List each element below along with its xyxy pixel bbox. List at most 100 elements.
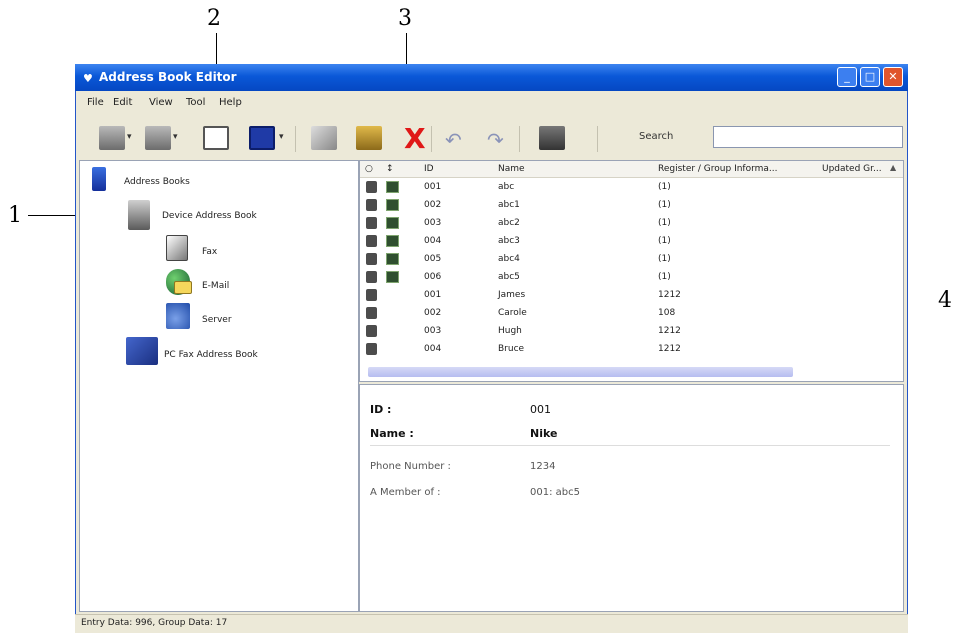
address-book-tree: Address Books Device Address Book Fax E-… [79,160,359,612]
new-user-dropdown-icon[interactable]: ▾ [127,132,132,142]
row-name: Carole [498,308,527,318]
search-input[interactable] [713,126,903,148]
row-name: abc1 [498,200,520,210]
new-group-icon[interactable] [145,126,171,150]
speed-dial-icon [386,235,399,247]
speed-dial-icon [386,253,399,265]
table-row[interactable]: 003 Hugh 1212 [360,323,890,340]
menu-edit[interactable]: Edit [113,97,132,108]
save-dropdown-icon[interactable]: ▾ [279,132,284,142]
column-id[interactable]: ID [424,164,434,174]
table-row[interactable]: 001 James 1212 [360,287,890,304]
table-row[interactable]: 002 Carole 108 [360,305,890,322]
row-info: (1) [658,200,671,210]
callout-1: 1 [8,203,22,228]
tree-item-email[interactable]: E-Mail [202,281,229,291]
row-id: 005 [424,254,442,264]
column-register[interactable]: Register / Group Informa... [658,164,778,174]
row-info: (1) [658,236,671,246]
paste-icon[interactable] [356,126,382,150]
tree-item-device-address-book[interactable]: Device Address Book [162,211,257,221]
table-row[interactable]: 004 abc3 (1) [360,233,890,250]
speed-dial-icon [386,217,399,229]
address-card-icon[interactable] [203,126,229,150]
menu-tool[interactable]: Tool [186,97,205,108]
app-icon: ♥ [83,72,93,85]
tree-item-pc-fax-address-book[interactable]: PC Fax Address Book [164,350,258,360]
row-id: 001 [424,290,442,300]
detail-panel: ID : 001 Name : Nike Phone Number : 1234… [359,384,904,612]
row-info: 1212 [658,290,681,300]
device-icon [128,200,150,230]
new-user-icon[interactable] [99,126,125,150]
maximize-button[interactable]: □ [860,67,880,87]
row-id: 004 [424,344,442,354]
person-icon [366,235,377,247]
tree-item-address-books[interactable]: Address Books [124,177,190,187]
detail-name-label: Name : [370,427,414,440]
status-bar: Entry Data: 996, Group Data: 17 [75,614,908,633]
callout-4: 4 [938,288,952,313]
detail-member-label: A Member of : [370,487,441,498]
person-icon [366,343,377,355]
address-book-icon[interactable] [539,126,565,150]
undo-icon[interactable]: ↶ [445,128,462,152]
toolbar-separator [519,126,520,152]
row-id: 001 [424,182,442,192]
detail-phone-value: 1234 [530,461,556,472]
status-text: Entry Data: 996, Group Data: 17 [81,618,228,628]
table-row[interactable]: 002 abc1 (1) [360,197,890,214]
menu-file[interactable]: File [87,97,104,108]
detail-id-label: ID : [370,403,392,416]
column-sort-icon[interactable]: ↕ [386,164,394,174]
row-info: (1) [658,218,671,228]
row-info: 108 [658,308,676,318]
tree-item-server[interactable]: Server [202,315,232,325]
row-info: (1) [658,272,671,282]
person-icon [366,217,377,229]
app-window: ♥ Address Book Editor _ □ ✕ File Edit Vi… [75,64,908,633]
copy-icon[interactable] [311,126,337,150]
menu-help[interactable]: Help [219,97,242,108]
row-id: 006 [424,272,442,282]
entry-list: ○ ↕ ID Name Register / Group Informa... … [359,160,904,382]
speed-dial-icon [386,199,399,211]
fax-icon [166,235,188,261]
row-name: abc2 [498,218,520,228]
pc-fax-icon [126,337,158,365]
row-name: Hugh [498,326,522,336]
new-group-dropdown-icon[interactable]: ▾ [173,132,178,142]
detail-id-value: 001 [530,403,551,416]
row-info: (1) [658,182,671,192]
window-title: Address Book Editor [99,70,237,84]
save-icon[interactable] [249,126,275,150]
row-name: abc3 [498,236,520,246]
table-row[interactable]: 003 abc2 (1) [360,215,890,232]
scroll-up-icon[interactable]: ▲ [890,163,902,175]
detail-name-value: Nike [530,427,558,440]
column-updated[interactable]: Updated Gr... [822,164,882,174]
row-id: 003 [424,326,442,336]
detail-member-value: 001: abc5 [530,487,580,498]
person-icon [366,181,377,193]
column-name[interactable]: Name [498,164,525,174]
column-type-icon[interactable]: ○ [365,164,373,174]
delete-icon[interactable]: X [404,122,426,155]
table-row[interactable]: 005 abc4 (1) [360,251,890,268]
person-icon [366,253,377,265]
search-label: Search [639,131,674,142]
person-icon [366,289,377,301]
title-bar[interactable]: ♥ Address Book Editor _ □ ✕ [75,64,908,91]
menu-view[interactable]: View [149,97,173,108]
table-row[interactable]: 001 abc (1) [360,179,890,196]
minimize-button[interactable]: _ [837,67,857,87]
close-button[interactable]: ✕ [883,67,903,87]
toolbar-separator [295,126,296,152]
table-row[interactable]: 006 abc5 (1) [360,269,890,286]
toolbar-separator [597,126,598,152]
redo-icon[interactable]: ↷ [487,128,504,152]
row-info: 1212 [658,344,681,354]
tree-item-fax[interactable]: Fax [202,247,217,257]
table-row[interactable]: 004 Bruce 1212 [360,341,890,358]
horizontal-scrollbar[interactable] [368,367,793,377]
